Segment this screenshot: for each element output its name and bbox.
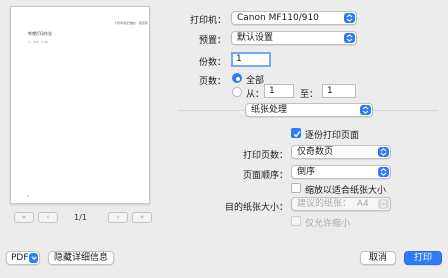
page-order-select[interactable]: 倒序	[291, 165, 391, 179]
pages-from-input[interactable]: 1	[264, 84, 294, 98]
preview-footer-text: 1	[27, 194, 29, 198]
copies-label: 份数：	[198, 58, 226, 68]
pages-all-label: 全部	[246, 76, 265, 86]
pages-to-input[interactable]: 1	[322, 84, 356, 98]
section-select-arrows-icon	[360, 105, 371, 115]
preview-doc-subtitle: 1 · 100 · 0.00	[28, 40, 49, 44]
page-order-label: 页面顺序：	[242, 171, 288, 181]
pages-range-radio[interactable]	[232, 87, 242, 97]
preset-select[interactable]: 默认设置	[231, 31, 357, 45]
printer-select-value: Canon MF110/910	[237, 13, 319, 23]
pages-to-print-label: 打印页数：	[242, 151, 288, 161]
print-preview-page: 打印机和扫描仪 · 首选项 哔哩打印作业 1 · 100 · 0.00 1	[10, 6, 150, 204]
preview-doc-title: 哔哩打印作业	[28, 31, 52, 36]
pdf-menu-label: PDF	[11, 253, 29, 263]
preset-select-value: 默认设置	[237, 33, 274, 43]
printer-select[interactable]: Canon MF110/910	[231, 11, 357, 25]
preset-select-arrows-icon	[344, 33, 355, 43]
next-page-button[interactable]: ›	[108, 212, 128, 223]
preset-label: 预置：	[198, 36, 226, 46]
page-indicator: 1/1	[74, 213, 87, 222]
section-select[interactable]: 纸张处理	[245, 103, 373, 117]
printer-select-arrows-icon	[344, 13, 355, 23]
pdf-menu-chevron-icon	[29, 253, 38, 263]
scale-to-fit-checkbox[interactable]	[291, 183, 301, 193]
prev-page-button[interactable]: ‹	[38, 212, 58, 223]
checkmark-icon	[293, 131, 301, 138]
pages-to-label: 至：	[300, 90, 319, 100]
dest-paper-label: 目的纸张大小：	[224, 203, 288, 213]
pages-to-print-select[interactable]: 仅奇数页	[291, 145, 391, 159]
printer-label: 打印机：	[189, 16, 226, 26]
dest-paper-prefix: 建议的纸张：	[297, 199, 352, 209]
collate-checkbox[interactable]	[291, 128, 301, 138]
section-select-value: 纸张处理	[251, 105, 288, 115]
pages-to-print-value: 仅奇数页	[297, 147, 334, 157]
scale-to-fit-label: 缩放以适合纸张大小	[305, 186, 387, 196]
first-page-button[interactable]: «	[14, 212, 34, 223]
scale-down-only-label: 仅允许缩小	[305, 219, 351, 229]
dest-paper-value: A4	[356, 199, 369, 209]
dest-paper-arrows-icon	[378, 199, 389, 209]
dest-paper-select[interactable]: 建议的纸张： A4	[291, 197, 391, 211]
page-order-value: 倒序	[297, 167, 316, 177]
pages-from-label: 从：	[246, 90, 265, 100]
preview-header-text: 打印机和扫描仪 · 首选项	[115, 21, 148, 25]
pdf-menu-button[interactable]: PDF	[6, 251, 40, 265]
pages-to-print-arrows-icon	[378, 147, 389, 157]
scale-down-only-checkbox[interactable]	[291, 216, 301, 226]
page-order-arrows-icon	[378, 167, 389, 177]
cancel-button[interactable]: 取消	[360, 251, 396, 265]
copies-input[interactable]: 1	[231, 52, 271, 67]
print-button[interactable]: 打印	[404, 251, 442, 265]
pages-all-radio[interactable]	[232, 73, 242, 83]
pages-label: 页数：	[198, 77, 226, 87]
collate-label: 逐份打印页面	[305, 131, 360, 141]
hide-details-button[interactable]: 隐藏详细信息	[48, 251, 114, 265]
last-page-button[interactable]: »	[132, 212, 152, 223]
